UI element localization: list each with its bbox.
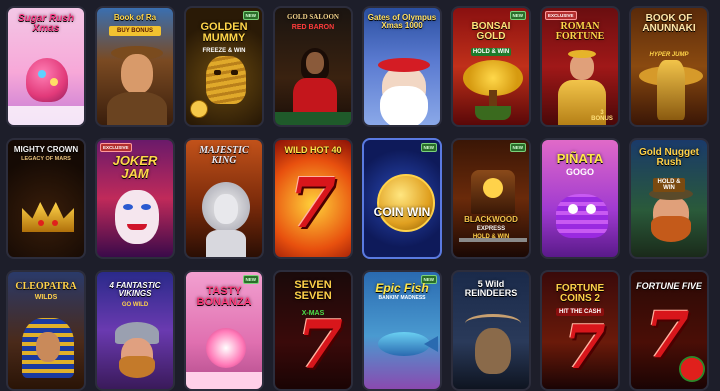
game-feature-label: HOLD & WIN <box>472 234 510 240</box>
new-badge: NEW <box>509 143 526 152</box>
game-tile-pinata-gogo[interactable]: PIÑATA GOGO <box>540 138 620 259</box>
game-title: BOOK OF ANUNNAKI <box>642 13 696 34</box>
game-tile-mighty-crown[interactable]: MIGHTY CROWN LEGACY OF MARS <box>6 138 86 259</box>
game-tile-roman-fortune[interactable]: EXCLUSIVE ROMAN FORTUNE 3 BONUS <box>540 6 620 127</box>
crown-icon <box>22 202 74 232</box>
game-title: GOLD SALOON <box>287 13 339 21</box>
game-tile-wild-hot-40[interactable]: 7 WILD HOT 40 <box>273 138 353 259</box>
seven-symbol-icon: 7 <box>297 306 343 384</box>
watermelon-icon <box>679 356 705 382</box>
game-title: BONSAI GOLD <box>471 21 511 42</box>
game-tile-seven-seven-xmas[interactable]: 7 SEVEN SEVEN X-MAS <box>273 270 353 391</box>
exclusive-badge: EXCLUSIVE <box>100 143 132 152</box>
game-subtitle: BANKIN' MADNESS <box>378 295 426 301</box>
game-title: WILD HOT 40 <box>284 145 342 155</box>
joker-face-icon <box>115 190 159 244</box>
game-tile-sugar-rush-xmas[interactable]: Sugar Rush Xmas <box>6 6 86 127</box>
game-subtitle: FREEZE & WIN <box>202 48 246 54</box>
game-tile-4-fantastic-vikings[interactable]: 4 FANTASTIC VIKINGS GO WILD <box>95 270 175 391</box>
game-subtitle: LEGACY OF MARS <box>21 156 71 162</box>
game-title: ROMAN FORTUNE <box>555 21 605 42</box>
pinata-icon <box>556 194 608 238</box>
game-tile-tasty-bonanza[interactable]: NEW TASTY BONANZA <box>184 270 264 391</box>
game-tile-fortune-five[interactable]: 7 FORTUNE FIVE <box>629 270 709 391</box>
gold-coin-icon <box>377 174 435 232</box>
game-title: Epic Fish <box>375 281 429 295</box>
fish-icon <box>378 332 430 356</box>
game-tile-majestic-king[interactable]: MAJESTIC KING <box>184 138 264 259</box>
game-tile-blackwood-express[interactable]: NEW BLACKWOOD EXPRESS HOLD & WIN <box>451 138 531 259</box>
game-title: SEVEN SEVEN <box>294 279 332 302</box>
game-subtitle: HIT THE CASH <box>556 308 604 316</box>
game-subtitle: BUY BONUS <box>109 26 161 36</box>
game-title: 4 FANTASTIC VIKINGS <box>109 281 161 298</box>
game-tile-bonsai-gold[interactable]: NEW BONSAI GOLD HOLD & WIN <box>451 6 531 127</box>
game-tile-gold-nugget-rush[interactable]: Gold Nugget Rush HOLD & WIN <box>629 138 709 259</box>
game-subtitle: HOLD & WIN <box>471 48 511 56</box>
game-tile-book-of-anunnaki[interactable]: BOOK OF ANUNNAKI HYPER JUMP <box>629 6 709 127</box>
game-tile-joker-jam[interactable]: EXCLUSIVE JOKER JAM <box>95 138 175 259</box>
game-subtitle: 3 BONUS <box>591 110 613 122</box>
tile-art <box>364 140 440 257</box>
game-subtitle: GOGO <box>565 167 594 177</box>
game-title: CLEOPATRA <box>15 281 77 292</box>
game-title: FORTUNE COINS 2 <box>555 283 605 304</box>
tile-art: 7 <box>275 140 351 257</box>
coin-icon <box>190 100 208 118</box>
candy-icon <box>206 328 246 368</box>
game-title: Gold Nugget Rush <box>639 147 699 168</box>
game-tile-gold-saloon-red-baron[interactable]: GOLD SALOON RED BARON <box>273 6 353 127</box>
game-title: JOKER JAM <box>112 153 158 181</box>
game-subtitle: X-MAS <box>301 310 325 317</box>
seven-symbol-icon: 7 <box>289 164 337 244</box>
game-title: MIGHTY CROWN <box>13 145 79 154</box>
game-title: PIÑATA <box>556 151 604 166</box>
game-tile-5-wild-reindeers[interactable]: 5 Wild REINDEERS <box>451 270 531 391</box>
dealer-face-icon <box>306 52 324 74</box>
game-subtitle: HYPER JUMP <box>649 52 689 58</box>
game-title: GOLDEN MUMMY <box>200 21 248 44</box>
game-subtitle: EXPRESS <box>476 226 506 232</box>
game-subtitle: RED BARON <box>291 24 335 31</box>
game-title: Book of Ra <box>113 13 157 22</box>
lion-face-icon <box>214 194 238 224</box>
laurel-icon <box>568 50 596 58</box>
game-title: COIN WIN <box>373 205 431 219</box>
game-tile-cleopatra-wilds[interactable]: CLEOPATRA WILDS <box>6 270 86 391</box>
pot-icon <box>475 106 511 120</box>
mummy-icon <box>206 56 246 104</box>
game-tile-coin-win[interactable]: NEW COIN WIN <box>362 138 442 259</box>
antlers-icon <box>465 314 521 333</box>
reindeer-icon <box>475 328 511 374</box>
new-badge: NEW <box>509 11 526 20</box>
new-badge: NEW <box>242 11 259 20</box>
game-title: Sugar Rush Xmas <box>17 13 75 34</box>
game-tile-book-of-ra[interactable]: Book of Ra BUY BONUS <box>95 6 175 127</box>
game-title: FORTUNE FIVE <box>636 281 702 291</box>
beard-icon <box>380 86 428 125</box>
miner-beard-icon <box>651 216 691 242</box>
game-title: 5 Wild REINDEERS <box>464 279 518 298</box>
game-subtitle: HOLD & WIN <box>653 178 685 192</box>
game-title: BLACKWOOD <box>464 215 518 224</box>
game-tile-epic-fish[interactable]: NEW Epic Fish BANKIN' MADNESS <box>362 270 442 391</box>
seven-symbol-icon: 7 <box>564 313 606 383</box>
game-tile-golden-mummy[interactable]: NEW GOLDEN MUMMY FREEZE & WIN <box>184 6 264 127</box>
cleopatra-face-icon <box>36 332 60 362</box>
game-title: TASTY BONANZA <box>196 285 252 308</box>
game-tile-fortune-coins-2[interactable]: 7 FORTUNE COINS 2 HIT THE CASH <box>540 270 620 391</box>
candy-jar-icon <box>26 58 68 102</box>
exclusive-badge: EXCLUSIVE <box>545 11 577 20</box>
game-title: Gates of Olympus Xmas 1000 <box>367 13 437 30</box>
game-subtitle: GO WILD <box>121 302 149 308</box>
game-subtitle: WILDS <box>34 294 58 301</box>
game-grid: Sugar Rush Xmas Book of Ra BUY BONUS NEW… <box>0 0 720 391</box>
new-badge: NEW <box>242 275 259 284</box>
game-title: MAJESTIC KING <box>199 145 249 166</box>
game-tile-gates-of-olympus-xmas[interactable]: Gates of Olympus Xmas 1000 <box>362 6 442 127</box>
new-badge: NEW <box>420 143 437 152</box>
explorer-face-icon <box>121 54 153 94</box>
